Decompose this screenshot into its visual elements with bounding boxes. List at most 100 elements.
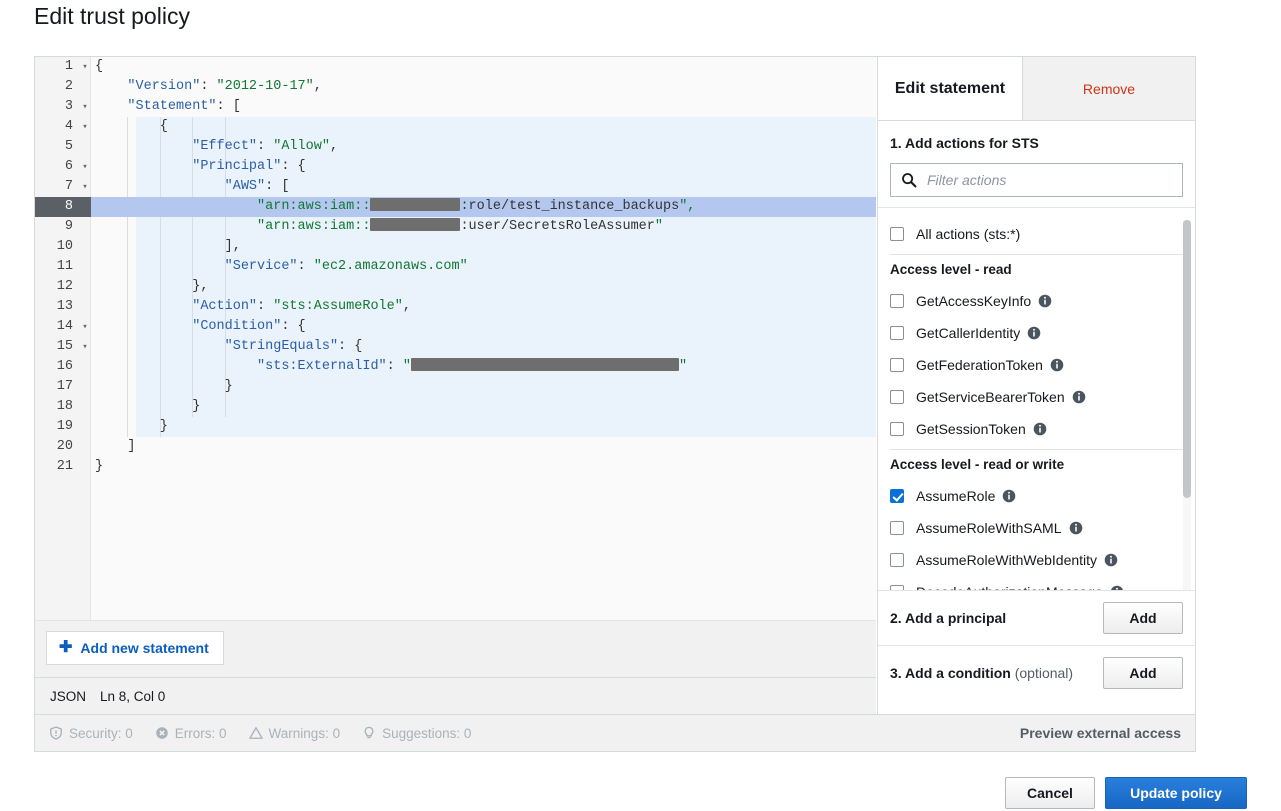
action-checkbox[interactable]: [890, 227, 904, 241]
code-line-text: "Statement": [: [127, 99, 241, 114]
action-checkbox[interactable]: [890, 390, 904, 404]
fold-toggle-icon[interactable]: ▾: [79, 317, 91, 337]
action-checkbox[interactable]: [890, 422, 904, 436]
action-label: GetCallerIdentity: [916, 325, 1021, 341]
fold-toggle-icon[interactable]: ▾: [79, 337, 91, 357]
code-line-text: "arn:aws:iam:::user/SecretsRoleAssumer": [257, 218, 663, 234]
action-row[interactable]: GetCallerIdentity: [878, 317, 1195, 349]
action-row[interactable]: AssumeRole: [878, 480, 1195, 512]
update-policy-button[interactable]: Update policy: [1105, 777, 1247, 809]
add-new-statement-button[interactable]: ✚ Add new statement: [46, 631, 224, 665]
action-checkbox[interactable]: [890, 358, 904, 372]
code-line-text: "Service": "ec2.amazonaws.com": [224, 259, 468, 274]
edit-trust-policy-page: Edit trust policy 1 ▾ {2 "Version": "2012-…: [0, 0, 1281, 811]
line-number: 12: [56, 279, 73, 294]
code-line[interactable]: 2 "Version": "2012-10-17",: [35, 77, 876, 97]
redaction-bar: [370, 218, 461, 231]
code-line[interactable]: 3 ▾ "Statement": [: [35, 97, 876, 117]
add-principal-button[interactable]: Add: [1103, 602, 1183, 634]
all-actions-row[interactable]: All actions (sts:*): [878, 218, 1195, 250]
action-label: AssumeRole: [916, 488, 996, 504]
json-editor-column: 1 ▾ {2 "Version": "2012-10-17", 3 ▾ "Stateme…: [35, 57, 876, 714]
info-icon[interactable]: [1038, 294, 1052, 308]
action-checkbox[interactable]: [890, 326, 904, 340]
step3-title: 3. Add a condition (optional): [890, 665, 1073, 681]
code-line[interactable]: 21}: [35, 457, 876, 477]
errors-finding: Errors: 0: [155, 726, 227, 741]
action-checkbox[interactable]: [890, 521, 904, 535]
action-checkbox[interactable]: [890, 489, 904, 503]
plus-icon: ✚: [59, 639, 73, 656]
line-number: 17: [56, 379, 73, 394]
fold-toggle-icon[interactable]: ▾: [79, 57, 91, 77]
line-number: 11: [56, 259, 73, 274]
security-finding: Security: 0: [49, 726, 133, 741]
line-number: 5: [64, 139, 73, 154]
code-line-text: "Condition": {: [192, 319, 306, 334]
action-label: GetServiceBearerToken: [916, 389, 1065, 405]
action-row[interactable]: GetAccessKeyInfo: [878, 285, 1195, 317]
info-icon[interactable]: [1069, 521, 1083, 535]
action-checkbox[interactable]: [890, 294, 904, 308]
code-line-text: "StringEquals": {: [224, 339, 363, 354]
code-line-text: {: [95, 119, 168, 134]
line-number: 14: [56, 319, 73, 334]
action-row[interactable]: GetSessionToken: [878, 413, 1195, 445]
line-number: 9: [64, 219, 73, 234]
code-line-text: {: [95, 59, 104, 74]
access-level-header: Access level - read: [890, 254, 1183, 283]
code-lines[interactable]: 1 ▾ {2 "Version": "2012-10-17", 3 ▾ "Stateme…: [35, 57, 876, 620]
action-row[interactable]: GetServiceBearerToken: [878, 381, 1195, 413]
code-line-text: }: [95, 459, 104, 474]
warnings-finding: Warnings: 0: [248, 726, 340, 741]
fold-toggle-icon[interactable]: ▾: [79, 157, 91, 177]
action-label: All actions (sts:*): [916, 226, 1021, 242]
action-label: DecodeAuthorizationMessage: [916, 584, 1103, 590]
action-checkbox[interactable]: [890, 585, 904, 590]
code-line[interactable]: 8 "arn:aws:iam:::role/test_instance_back…: [35, 197, 876, 217]
preview-external-access-link[interactable]: Preview external access: [1020, 725, 1181, 741]
code-line-text: }: [95, 379, 233, 394]
action-label: AssumeRoleWithSAML: [916, 520, 1062, 536]
info-icon[interactable]: [1104, 553, 1118, 567]
suggestions-finding: Suggestions: 0: [362, 726, 471, 741]
step3-optional-text: (optional): [1014, 665, 1074, 681]
fold-toggle-icon[interactable]: ▾: [79, 117, 91, 137]
info-icon[interactable]: [1072, 390, 1086, 404]
action-row[interactable]: AssumeRoleWithSAML: [878, 512, 1195, 544]
actions-list[interactable]: All actions (sts:*) Access level - read Ge…: [878, 208, 1195, 590]
code-line[interactable]: 1 ▾ {: [35, 57, 876, 77]
action-row[interactable]: AssumeRoleWithWebIdentity: [878, 544, 1195, 576]
suggestions-finding-label: Suggestions: 0: [382, 725, 472, 741]
filter-actions-input[interactable]: [925, 171, 1182, 189]
error-icon: [156, 727, 168, 739]
line-number: 20: [56, 439, 73, 454]
code-line-text: }: [95, 419, 168, 434]
info-icon[interactable]: [1110, 585, 1124, 590]
code-line-text: "Principal": {: [192, 159, 306, 174]
editor-language-label: JSON: [50, 688, 87, 704]
code-line-text: "Effect": "Allow",: [192, 139, 339, 154]
code-line[interactable]: 20 ]: [35, 437, 876, 457]
fold-toggle-icon[interactable]: ▾: [79, 177, 91, 197]
info-icon[interactable]: [1002, 489, 1016, 503]
action-row[interactable]: GetFederationToken: [878, 349, 1195, 381]
code-line-text: ],: [95, 239, 241, 254]
add-condition-button[interactable]: Add: [1103, 657, 1183, 689]
tab-edit-statement[interactable]: Edit statement: [878, 57, 1023, 120]
add-statement-strip: ✚ Add new statement: [35, 620, 876, 677]
line-number: 7: [64, 179, 73, 194]
filter-actions-field[interactable]: [890, 163, 1183, 197]
fold-toggle-icon[interactable]: ▾: [79, 97, 91, 117]
info-icon[interactable]: [1050, 358, 1064, 372]
remove-statement-link[interactable]: Remove: [1023, 57, 1195, 120]
step3-title-text: 3. Add a condition: [890, 665, 1011, 681]
cancel-button[interactable]: Cancel: [1005, 777, 1095, 809]
info-icon[interactable]: [1033, 422, 1047, 436]
action-checkbox[interactable]: [890, 553, 904, 567]
actions-scrollbar-thumb[interactable]: [1183, 220, 1191, 498]
policy-editor-card: 1 ▾ {2 "Version": "2012-10-17", 3 ▾ "Stateme…: [34, 56, 1196, 715]
code-editor[interactable]: 1 ▾ {2 "Version": "2012-10-17", 3 ▾ "Stateme…: [35, 57, 876, 620]
info-icon[interactable]: [1027, 326, 1041, 340]
action-row[interactable]: DecodeAuthorizationMessage: [878, 576, 1195, 590]
